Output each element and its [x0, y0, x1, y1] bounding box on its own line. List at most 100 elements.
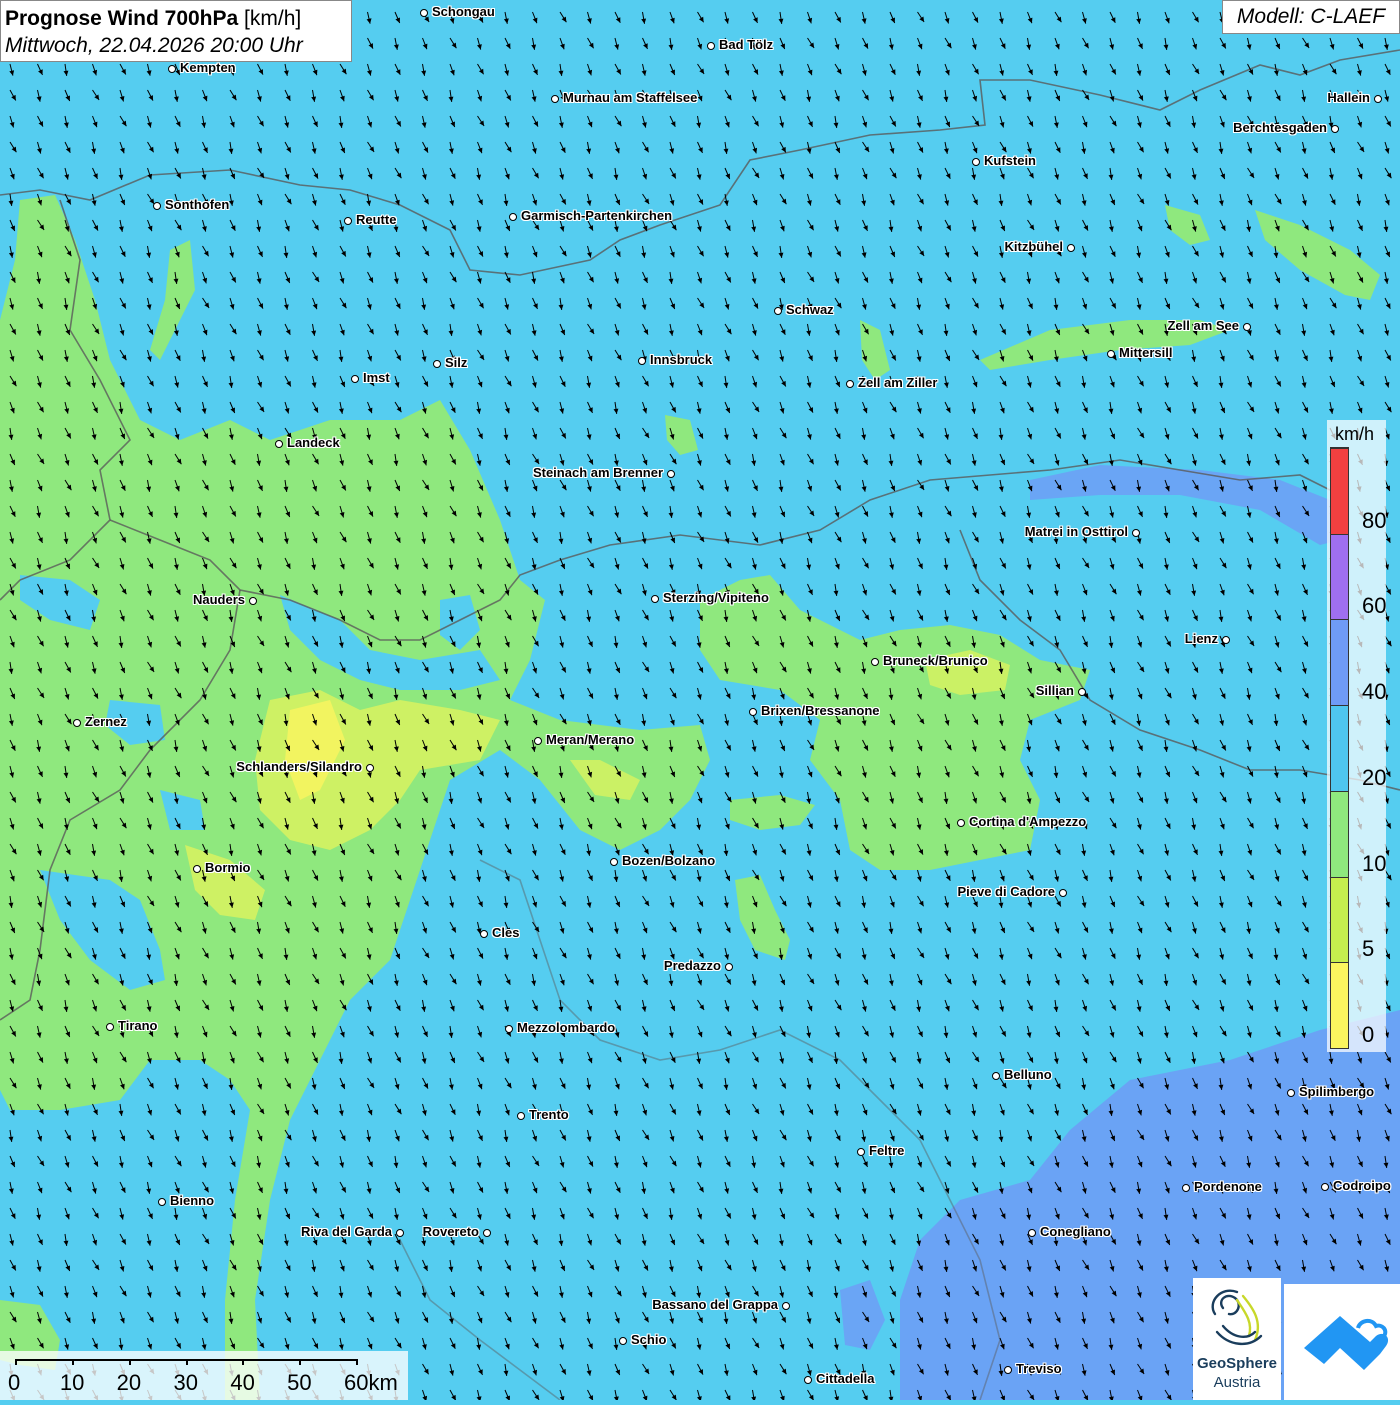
- city-dot-icon: [1067, 244, 1075, 252]
- scale-bar: 0102030405060km: [0, 1351, 408, 1400]
- city-label: Hallein: [1327, 90, 1370, 105]
- city-label: Reutte: [356, 212, 396, 227]
- city-label: Imst: [363, 370, 390, 385]
- city-dot-icon: [1059, 889, 1067, 897]
- city-dot-icon: [957, 819, 965, 827]
- legend-tick-label: 20: [1362, 765, 1386, 791]
- city-label: Matrei in Osttirol: [1025, 524, 1128, 539]
- city-dot-icon: [1107, 350, 1115, 358]
- city-dot-icon: [396, 1229, 404, 1237]
- city-label: Bad Tölz: [719, 37, 773, 52]
- city-label: Berchtesgaden: [1233, 120, 1327, 135]
- city-dot-icon: [846, 380, 854, 388]
- city-label: Conegliano: [1040, 1224, 1111, 1239]
- city-dot-icon: [73, 719, 81, 727]
- city-label: Rovereto: [423, 1224, 479, 1239]
- city-dot-icon: [774, 307, 782, 315]
- city-label: Predazzo: [664, 958, 721, 973]
- city-label: Steinach am Brenner: [533, 465, 663, 480]
- city-dot-icon: [1243, 323, 1251, 331]
- city-dot-icon: [871, 658, 879, 666]
- city-dot-icon: [193, 865, 201, 873]
- legend-tick-label: 10: [1362, 851, 1386, 877]
- city-label: Bormio: [205, 860, 251, 875]
- city-label: Schio: [631, 1332, 666, 1347]
- city-dot-icon: [1331, 125, 1339, 133]
- city-label: Bruneck/Brunico: [883, 653, 988, 668]
- city-dot-icon: [249, 597, 257, 605]
- legend-unit: km/h: [1335, 424, 1374, 445]
- city-label: Lienz: [1185, 631, 1218, 646]
- city-label: Cortina d'Ampezzo: [969, 814, 1086, 829]
- city-label: Trento: [529, 1107, 569, 1122]
- city-dot-icon: [534, 737, 542, 745]
- city-dot-icon: [1321, 1183, 1329, 1191]
- scale-bar-tick: [356, 1359, 358, 1365]
- city-label: Codroipo: [1333, 1178, 1391, 1193]
- scale-bar-tick: [15, 1359, 17, 1365]
- legend-tick-label: 80: [1362, 508, 1386, 534]
- city-label: Sillian: [1036, 683, 1074, 698]
- city-label: Bassano del Grappa: [652, 1297, 778, 1312]
- city-dot-icon: [483, 1229, 491, 1237]
- city-dot-icon: [610, 858, 618, 866]
- city-dot-icon: [651, 595, 659, 603]
- city-dot-icon: [972, 158, 980, 166]
- city-dot-icon: [638, 357, 646, 365]
- city-dot-icon: [168, 65, 176, 73]
- scale-bar-tick: [242, 1359, 244, 1365]
- geosphere-logo-sub: Austria: [1193, 1374, 1281, 1391]
- city-dot-icon: [551, 95, 559, 103]
- city-dot-icon: [804, 1376, 812, 1384]
- city-dot-icon: [366, 764, 374, 772]
- scale-bar-label: 40: [230, 1370, 254, 1396]
- map-title: Prognose Wind 700hPa [km/h]: [5, 5, 351, 32]
- city-dot-icon: [106, 1023, 114, 1031]
- legend-segment: [1331, 962, 1348, 1048]
- legend-tick-label: 5: [1362, 936, 1374, 962]
- city-dot-icon: [1004, 1366, 1012, 1374]
- scale-bar-tick: [186, 1359, 188, 1365]
- city-label: Sonthofen: [165, 197, 229, 212]
- city-dot-icon: [1287, 1089, 1295, 1097]
- cloud-mountain-logo[interactable]: [1284, 1284, 1400, 1400]
- city-dot-icon: [782, 1302, 790, 1310]
- scale-bar-label: 60km: [344, 1370, 398, 1396]
- city-label: Bienno: [170, 1193, 214, 1208]
- city-label: Pordenone: [1194, 1179, 1262, 1194]
- city-dot-icon: [158, 1198, 166, 1206]
- city-dot-icon: [153, 202, 161, 210]
- city-label: Landeck: [287, 435, 340, 450]
- city-dot-icon: [1374, 95, 1382, 103]
- forecast-datetime: Mittwoch, 22.04.2026 20:00 Uhr: [5, 32, 351, 59]
- city-label: Brixen/Bressanone: [761, 703, 880, 718]
- city-label: Cittadella: [816, 1371, 875, 1386]
- legend-tick-label: 60: [1362, 593, 1386, 619]
- city-label: Cles: [492, 925, 519, 940]
- geosphere-logo[interactable]: GeoSphere Austria: [1193, 1278, 1281, 1400]
- city-dot-icon: [505, 1025, 513, 1033]
- city-label: Zernez: [85, 714, 127, 729]
- city-dot-icon: [619, 1337, 627, 1345]
- title-box: Prognose Wind 700hPa [km/h] Mittwoch, 22…: [0, 0, 352, 62]
- legend-segment: [1331, 705, 1348, 791]
- city-dot-icon: [1078, 688, 1086, 696]
- city-dot-icon: [420, 9, 428, 17]
- scale-bar-tick: [129, 1359, 131, 1365]
- legend-tick-label: 40: [1362, 679, 1386, 705]
- city-dot-icon: [667, 470, 675, 478]
- city-label: Treviso: [1016, 1361, 1062, 1376]
- model-label: Modell: C-LAEF: [1222, 0, 1400, 34]
- cloud-mountain-icon: [1284, 1284, 1400, 1400]
- city-dot-icon: [433, 360, 441, 368]
- legend-segment: [1331, 877, 1348, 963]
- legend-segment: [1331, 619, 1348, 705]
- city-dot-icon: [517, 1112, 525, 1120]
- scale-bar-tick: [299, 1359, 301, 1365]
- city-dot-icon: [992, 1072, 1000, 1080]
- scale-bar-label: 0: [8, 1370, 20, 1396]
- city-label: Zell am See: [1167, 318, 1239, 333]
- legend-color-bar: [1330, 447, 1349, 1049]
- city-label: Schongau: [432, 4, 495, 19]
- city-dot-icon: [351, 375, 359, 383]
